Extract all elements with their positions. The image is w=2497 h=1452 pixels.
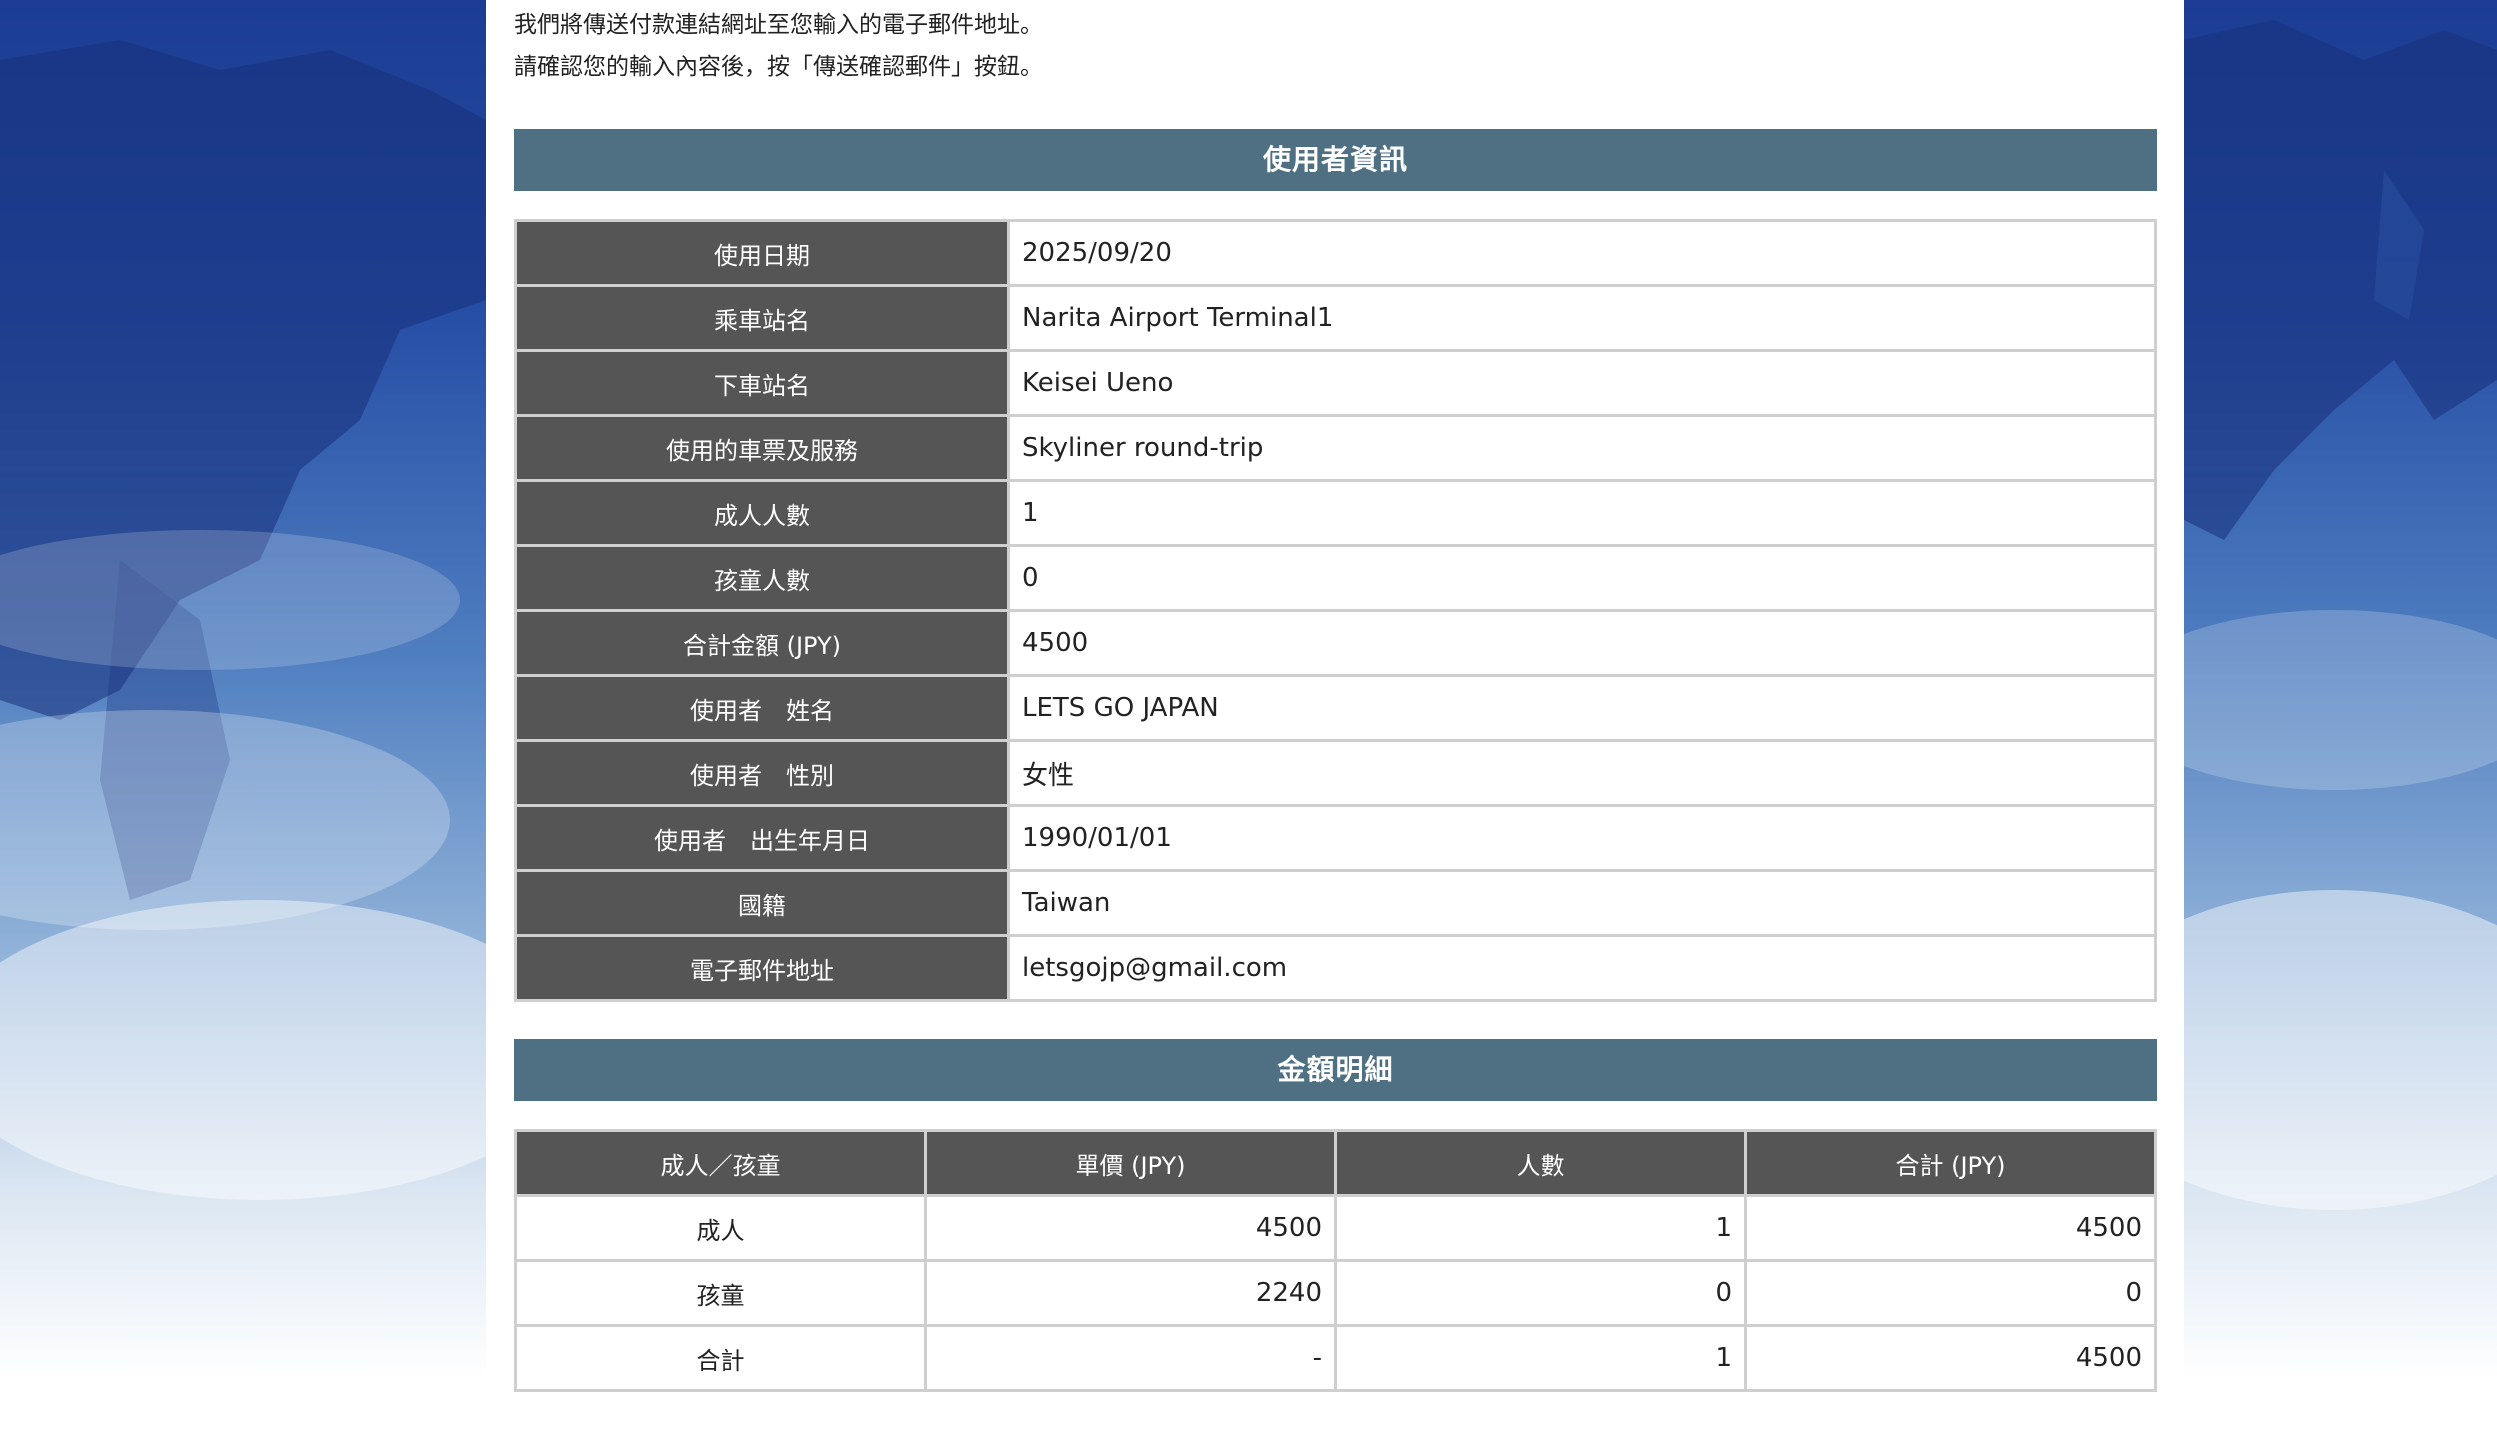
- table-row: 乘車站名 Narita Airport Terminal1: [514, 284, 2157, 352]
- row-label-child-count: 孩童人數: [514, 544, 1010, 612]
- row-label-boarding-station: 乘車站名: [514, 284, 1010, 352]
- table-row: 使用者 性別 女性: [514, 739, 2157, 807]
- row-value-total-amount: 4500: [1007, 609, 2157, 677]
- row-value-ticket-service: Skyliner round-trip: [1007, 414, 2157, 482]
- price-detail-header: 金額明細: [514, 1039, 2157, 1101]
- col-header-count: 人數: [1334, 1129, 1747, 1197]
- table-row: 孩童人數 0: [514, 544, 2157, 612]
- cell-unit-price: 4500: [924, 1194, 1337, 1262]
- cell-type: 合計: [514, 1324, 927, 1392]
- row-value-alighting-station: Keisei Ueno: [1007, 349, 2157, 417]
- user-info-table: 使用日期 2025/09/20 乘車站名 Narita Airport Term…: [514, 219, 2157, 1002]
- price-detail-table: 成人／孩童 單價 (JPY) 人數 合計 (JPY) 成人 4500 1 450…: [514, 1129, 2157, 1392]
- background-map-left: [0, 0, 486, 1452]
- col-header-unit-price: 單價 (JPY): [924, 1129, 1337, 1197]
- table-row: 合計金額 (JPY) 4500: [514, 609, 2157, 677]
- table-row: 使用的車票及服務 Skyliner round-trip: [514, 414, 2157, 482]
- row-label-adult-count: 成人人數: [514, 479, 1010, 547]
- user-info-header: 使用者資訊: [514, 129, 2157, 191]
- row-value-user-name: LETS GO JAPAN: [1007, 674, 2157, 742]
- cell-unit-price: -: [924, 1324, 1337, 1392]
- main-panel: 我們將傳送付款連結網址至您輸入的電子郵件地址。 請確認您的輸入內容後，按「傳送確…: [486, 0, 2184, 1452]
- row-label-alighting-station: 下車站名: [514, 349, 1010, 417]
- row-label-nationality: 國籍: [514, 869, 1010, 937]
- content-area: 我們將傳送付款連結網址至您輸入的電子郵件地址。 請確認您的輸入內容後，按「傳送確…: [514, 0, 2157, 1392]
- cell-count: 1: [1334, 1194, 1747, 1262]
- cell-type: 成人: [514, 1194, 927, 1262]
- cell-total: 0: [1744, 1259, 2157, 1327]
- table-row: 成人 4500 1 4500: [514, 1194, 2157, 1262]
- table-row: 合計 - 1 4500: [514, 1324, 2157, 1392]
- row-value-use-date: 2025/09/20: [1007, 219, 2157, 287]
- cell-total: 4500: [1744, 1324, 2157, 1392]
- row-label-ticket-service: 使用的車票及服務: [514, 414, 1010, 482]
- table-row: 孩童 2240 0 0: [514, 1259, 2157, 1327]
- table-row: 成人人數 1: [514, 479, 2157, 547]
- cell-type: 孩童: [514, 1259, 927, 1327]
- row-label-user-name: 使用者 姓名: [514, 674, 1010, 742]
- col-header-type: 成人／孩童: [514, 1129, 927, 1197]
- row-value-email: letsgojp@gmail.com: [1007, 934, 2157, 1002]
- row-label-user-gender: 使用者 性別: [514, 739, 1010, 807]
- row-label-use-date: 使用日期: [514, 219, 1010, 287]
- row-value-user-gender: 女性: [1007, 739, 2157, 807]
- row-value-user-birthdate: 1990/01/01: [1007, 804, 2157, 872]
- table-row: 電子郵件地址 letsgojp@gmail.com: [514, 934, 2157, 1002]
- table-row: 下車站名 Keisei Ueno: [514, 349, 2157, 417]
- intro-text: 我們將傳送付款連結網址至您輸入的電子郵件地址。 請確認您的輸入內容後，按「傳送確…: [514, 0, 2157, 88]
- row-value-nationality: Taiwan: [1007, 869, 2157, 937]
- table-row: 使用者 出生年月日 1990/01/01: [514, 804, 2157, 872]
- background-map-right: [2184, 0, 2497, 1452]
- row-value-boarding-station: Narita Airport Terminal1: [1007, 284, 2157, 352]
- table-header-row: 成人／孩童 單價 (JPY) 人數 合計 (JPY): [514, 1129, 2157, 1197]
- intro-line-1: 我們將傳送付款連結網址至您輸入的電子郵件地址。: [514, 12, 1043, 38]
- table-row: 國籍 Taiwan: [514, 869, 2157, 937]
- cell-count: 0: [1334, 1259, 1747, 1327]
- row-value-child-count: 0: [1007, 544, 2157, 612]
- row-label-total-amount: 合計金額 (JPY): [514, 609, 1010, 677]
- cell-count: 1: [1334, 1324, 1747, 1392]
- cell-total: 4500: [1744, 1194, 2157, 1262]
- row-label-email: 電子郵件地址: [514, 934, 1010, 1002]
- cell-unit-price: 2240: [924, 1259, 1337, 1327]
- table-row: 使用日期 2025/09/20: [514, 219, 2157, 287]
- table-row: 使用者 姓名 LETS GO JAPAN: [514, 674, 2157, 742]
- col-header-total: 合計 (JPY): [1744, 1129, 2157, 1197]
- intro-line-2: 請確認您的輸入內容後，按「傳送確認郵件」按鈕。: [514, 54, 1043, 80]
- row-value-adult-count: 1: [1007, 479, 2157, 547]
- row-label-user-birthdate: 使用者 出生年月日: [514, 804, 1010, 872]
